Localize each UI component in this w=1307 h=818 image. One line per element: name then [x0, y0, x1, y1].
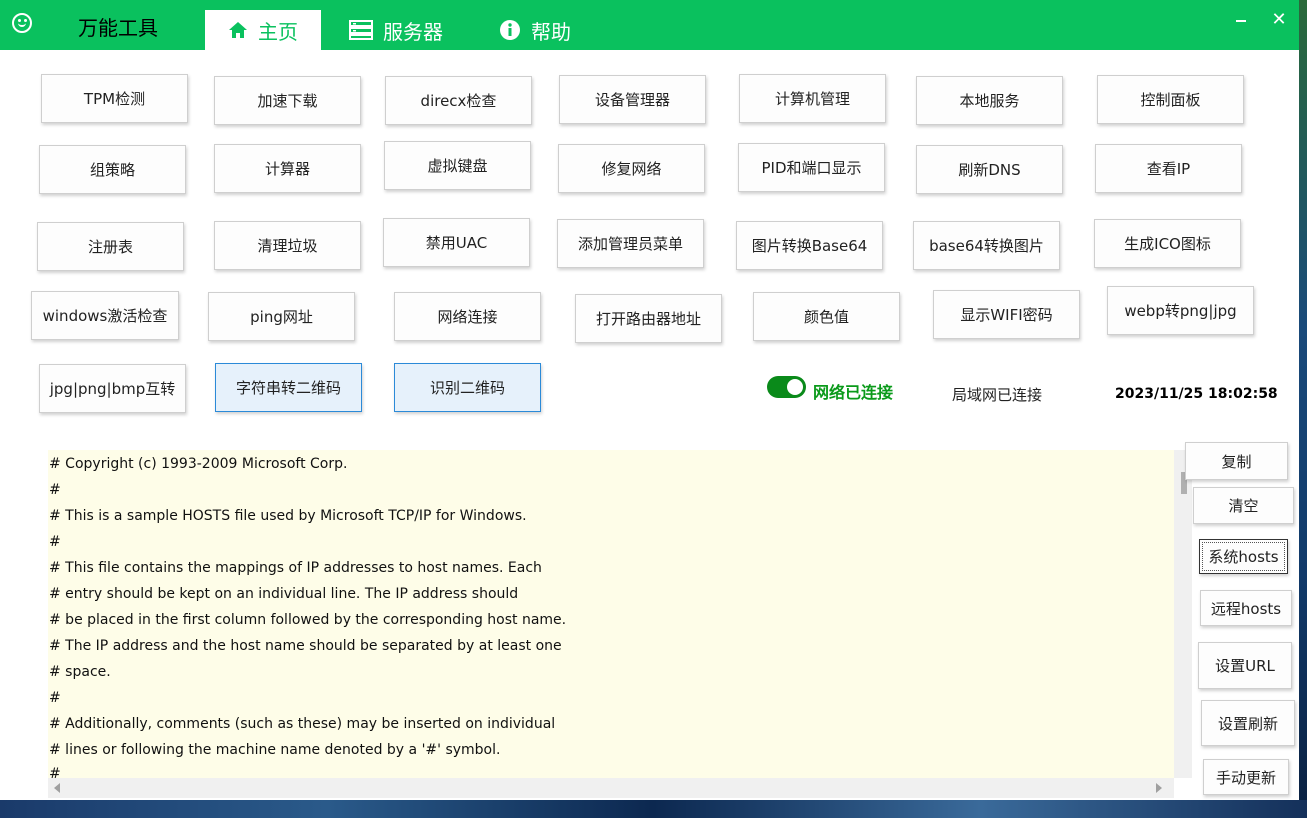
horizontal-scrollbar[interactable]	[48, 778, 1174, 798]
hosts-line: # lines or following the machine name de…	[49, 742, 501, 758]
app-window: 万能工具 主页 服务器 帮助 ✕ TPM检测 加速下载 direcx检查 设备管…	[0, 0, 1299, 800]
minimize-icon	[1236, 20, 1246, 22]
base64-to-image-button[interactable]: base64转换图片	[913, 221, 1060, 270]
image-to-base64-button[interactable]: 图片转换Base64	[736, 221, 883, 270]
directx-check-button[interactable]: direcx检查	[385, 76, 532, 125]
hosts-line: # The IP address and the host name shoul…	[49, 638, 562, 654]
tab-home[interactable]: 主页	[205, 10, 321, 50]
clean-junk-button[interactable]: 清理垃圾	[214, 221, 361, 270]
network-status: 网络已连接	[813, 383, 894, 402]
desktop-background-bottom	[0, 800, 1307, 818]
add-admin-menu-button[interactable]: 添加管理员菜单	[557, 219, 704, 268]
recognize-qrcode-button[interactable]: 识别二维码	[394, 363, 541, 412]
close-button[interactable]: ✕	[1267, 8, 1291, 32]
set-url-button[interactable]: 设置URL	[1198, 642, 1292, 689]
datetime-display: 2023/11/25 18:02:58	[1115, 386, 1278, 402]
title-bar: 万能工具 主页 服务器 帮助 ✕	[0, 0, 1299, 50]
vertical-scrollbar[interactable]	[1174, 450, 1192, 778]
accelerated-download-button[interactable]: 加速下载	[214, 76, 361, 125]
hosts-line: # Additionally, comments (such as these)…	[49, 716, 556, 732]
server-icon	[349, 20, 373, 40]
ping-url-button[interactable]: ping网址	[208, 292, 355, 341]
webp-convert-button[interactable]: webp转png|jpg	[1107, 286, 1254, 335]
control-panel-button[interactable]: 控制面板	[1097, 75, 1244, 124]
tab-server-label: 服务器	[383, 19, 443, 44]
string-to-qrcode-button[interactable]: 字符串转二维码	[215, 363, 362, 412]
flush-dns-button[interactable]: 刷新DNS	[916, 145, 1063, 194]
network-connections-button[interactable]: 网络连接	[394, 292, 541, 341]
set-refresh-button[interactable]: 设置刷新	[1201, 700, 1295, 746]
hosts-textarea[interactable]: # Copyright (c) 1993-2009 Microsoft Corp…	[48, 450, 1174, 778]
color-value-button[interactable]: 颜色值	[753, 292, 900, 341]
scroll-right-icon[interactable]	[1156, 783, 1162, 793]
image-format-convert-button[interactable]: jpg|png|bmp互转	[39, 364, 186, 413]
windows-activation-check-button[interactable]: windows激活检查	[31, 291, 179, 340]
hosts-line: # This file contains the mappings of IP …	[49, 560, 542, 576]
app-title: 万能工具	[78, 16, 158, 40]
open-router-address-button[interactable]: 打开路由器地址	[575, 294, 722, 343]
tab-help[interactable]: 帮助	[499, 10, 571, 50]
registry-button[interactable]: 注册表	[37, 222, 184, 271]
hosts-line: # be placed in the first column followed…	[49, 612, 567, 628]
local-services-button[interactable]: 本地服务	[916, 76, 1063, 125]
system-hosts-button[interactable]: 系统hosts	[1199, 539, 1288, 574]
view-ip-button[interactable]: 查看IP	[1095, 144, 1242, 193]
hosts-line: #	[49, 766, 61, 778]
pid-port-display-button[interactable]: PID和端口显示	[738, 143, 885, 192]
hosts-line: #	[49, 690, 61, 706]
tab-home-label: 主页	[258, 19, 298, 44]
hosts-line: # entry should be kept on an individual …	[49, 586, 519, 602]
copy-button[interactable]: 复制	[1185, 442, 1288, 480]
tab-server[interactable]: 服务器	[349, 10, 443, 50]
hosts-line: # Copyright (c) 1993-2009 Microsoft Corp…	[49, 456, 348, 472]
hosts-line: #	[49, 534, 61, 550]
hosts-line: #	[49, 482, 61, 498]
smiley-icon	[12, 13, 32, 33]
home-icon	[228, 21, 248, 39]
clear-button[interactable]: 清空	[1193, 487, 1294, 524]
lan-status: 局域网已连接	[952, 386, 1043, 404]
tpm-check-button[interactable]: TPM检测	[41, 74, 188, 123]
disable-uac-button[interactable]: 禁用UAC	[383, 218, 530, 267]
tab-help-label: 帮助	[531, 19, 571, 44]
remote-hosts-button[interactable]: 远程hosts	[1200, 590, 1292, 626]
virtual-keyboard-button[interactable]: 虚拟键盘	[384, 141, 531, 190]
scroll-left-icon[interactable]	[54, 783, 60, 793]
device-manager-button[interactable]: 设备管理器	[559, 75, 706, 124]
hosts-line: # This is a sample HOSTS file used by Mi…	[49, 508, 527, 524]
group-policy-button[interactable]: 组策略	[39, 145, 186, 194]
calculator-button[interactable]: 计算器	[214, 144, 361, 193]
computer-management-button[interactable]: 计算机管理	[739, 74, 886, 123]
hosts-line: # space.	[49, 664, 111, 680]
network-toggle[interactable]	[767, 376, 806, 398]
desktop-background-right	[1299, 0, 1307, 818]
info-icon	[499, 19, 521, 41]
show-wifi-password-button[interactable]: 显示WIFI密码	[933, 290, 1080, 339]
minimize-button[interactable]	[1230, 8, 1254, 32]
manual-update-button[interactable]: 手动更新	[1203, 759, 1289, 795]
repair-network-button[interactable]: 修复网络	[558, 144, 705, 193]
generate-ico-button[interactable]: 生成ICO图标	[1094, 219, 1241, 268]
